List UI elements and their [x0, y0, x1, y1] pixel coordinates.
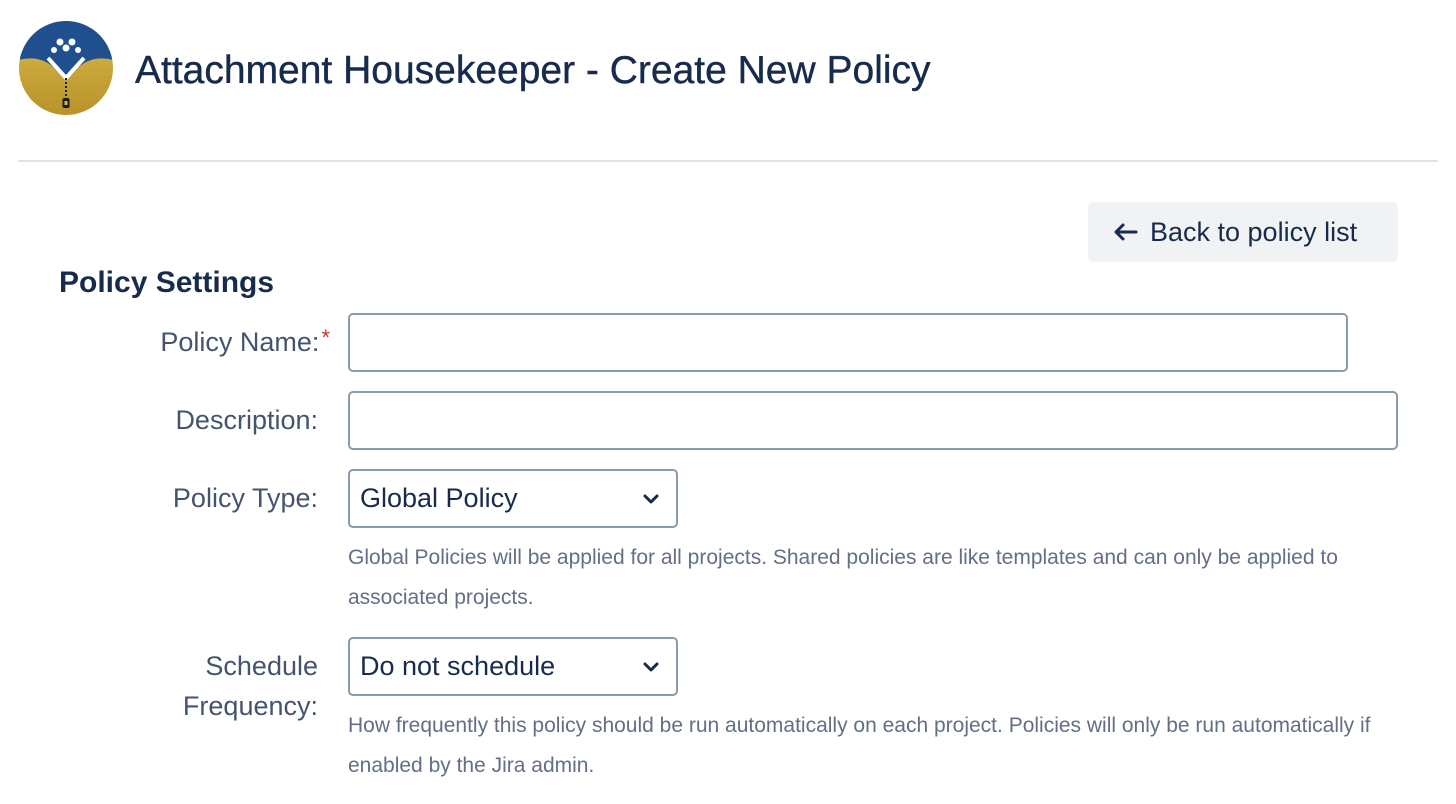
policy-type-label: Policy Type:: [172, 483, 318, 513]
description-label: Description:: [175, 405, 318, 435]
policy-name-input[interactable]: [348, 313, 1348, 372]
policy-name-label: Policy Name:*: [160, 322, 330, 364]
section-title: Policy Settings: [59, 266, 275, 299]
policy-type-help-text: Global Policies will be applied for all …: [348, 546, 1338, 609]
back-to-policy-list-button[interactable]: Back to policy list: [1088, 202, 1398, 262]
chevron-down-icon: [643, 494, 659, 503]
policy-name-label-text: Policy Name:: [160, 327, 320, 357]
schedule-frequency-help-text: How frequently this policy should be run…: [348, 714, 1371, 777]
policy-type-select[interactable]: Global Policy: [348, 469, 678, 528]
schedule-frequency-label: Schedule Frequency:: [183, 646, 318, 726]
arrow-left-icon: [1114, 223, 1138, 241]
page-title: Attachment Housekeeper - Create New Poli…: [135, 49, 931, 92]
page-header: Attachment Housekeeper - Create New Poli…: [0, 0, 1456, 162]
schedule-frequency-label-line2: Frequency:: [182, 691, 318, 721]
required-marker: *: [321, 325, 330, 350]
policy-type-selected-value: Global Policy: [360, 483, 518, 513]
attachment-housekeeper-logo-icon: [19, 21, 113, 115]
schedule-frequency-label-line1: Schedule: [205, 651, 318, 681]
schedule-frequency-select[interactable]: Do not schedule: [348, 637, 678, 696]
header-divider: [18, 160, 1438, 162]
description-input[interactable]: [348, 391, 1398, 450]
schedule-frequency-selected-value: Do not schedule: [360, 651, 556, 681]
back-button-label: Back to policy list: [1150, 217, 1358, 247]
chevron-down-icon: [643, 662, 659, 671]
